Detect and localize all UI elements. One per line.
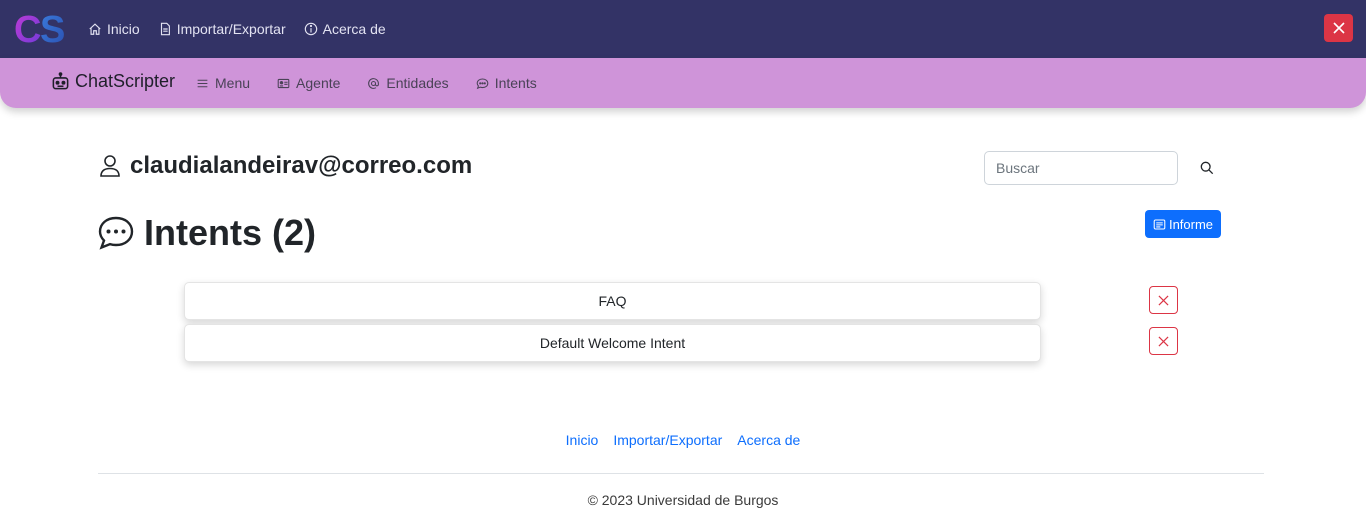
home-icon [89, 23, 101, 35]
footer-link-acerca-de[interactable]: Acerca de [737, 432, 800, 448]
app-logo[interactable]: C S [14, 9, 74, 49]
sub-nav-agente[interactable]: Agente [277, 75, 340, 91]
brand-link[interactable]: ChatScripter [51, 71, 175, 92]
close-icon [1158, 335, 1169, 347]
close-icon [1158, 294, 1169, 306]
person-icon [100, 155, 120, 177]
at-icon [368, 77, 380, 89]
secondary-nav: Menu Agente Entidades Intents [196, 58, 537, 108]
file-icon [160, 22, 170, 36]
copyright: © 2023 Universidad de Burgos [587, 492, 779, 508]
sub-nav-label: Agente [296, 75, 341, 91]
svg-text:C: C [14, 9, 41, 49]
report-icon [1153, 219, 1166, 229]
top-nav-acerca-de[interactable]: Acerca de [304, 21, 386, 37]
top-nav-label: Inicio [107, 21, 140, 37]
sub-nav-intents[interactable]: Intents [476, 75, 537, 91]
footer-link-inicio[interactable]: Inicio [566, 432, 599, 448]
sub-nav-entidades[interactable]: Entidades [367, 75, 449, 91]
sub-nav-label: Menu [215, 75, 251, 91]
close-button[interactable] [1324, 14, 1353, 42]
top-navbar: C S Inicio Importar/Exportar Acerca de [0, 0, 1366, 58]
page-heading: Intents (2) [97, 212, 316, 254]
id-card-icon [277, 78, 290, 88]
top-nav: Inicio Importar/Exportar Acerca de [88, 0, 386, 58]
user-email: claudialandeirav@correo.com [130, 152, 473, 179]
chat-dots-icon [98, 216, 134, 250]
report-button[interactable]: Informe [1145, 210, 1221, 238]
report-button-label: Informe [1168, 216, 1214, 232]
sub-nav-label: Intents [494, 75, 537, 91]
top-nav-importar-exportar[interactable]: Importar/Exportar [158, 21, 286, 37]
delete-intent-button[interactable] [1149, 327, 1178, 355]
intent-item-default-welcome[interactable]: Default Welcome Intent [184, 324, 1041, 362]
user-info: claudialandeirav@correo.com [99, 152, 472, 180]
svg-text:S: S [40, 9, 65, 49]
info-icon [304, 22, 317, 36]
search-input[interactable] [984, 151, 1178, 185]
delete-intent-button[interactable] [1149, 286, 1178, 314]
top-nav-label: Importar/Exportar [176, 21, 286, 37]
sub-nav-menu[interactable]: Menu [196, 75, 250, 91]
sub-nav-label: Entidades [386, 75, 449, 91]
chat-icon [476, 78, 488, 89]
intent-name: Default Welcome Intent [539, 335, 686, 351]
search-button[interactable] [1197, 158, 1217, 178]
brand-name: ChatScripter [75, 71, 176, 91]
search-icon [1200, 161, 1214, 175]
footer-link-importar-exportar[interactable]: Importar/Exportar [613, 432, 722, 448]
robot-icon [52, 72, 69, 90]
footer-links: Inicio Importar/Exportar Acerca de [0, 432, 1366, 448]
list-icon [197, 79, 208, 87]
close-icon [1332, 22, 1345, 34]
intent-name: FAQ [598, 293, 627, 309]
top-nav-inicio[interactable]: Inicio [88, 21, 140, 37]
page-title: Intents (2) [144, 212, 317, 253]
top-nav-label: Acerca de [322, 21, 386, 37]
footer-divider [98, 473, 1264, 474]
intent-item-faq[interactable]: FAQ [184, 282, 1041, 320]
secondary-navbar: ChatScripter Menu Agente Entidades Inten… [0, 58, 1366, 108]
